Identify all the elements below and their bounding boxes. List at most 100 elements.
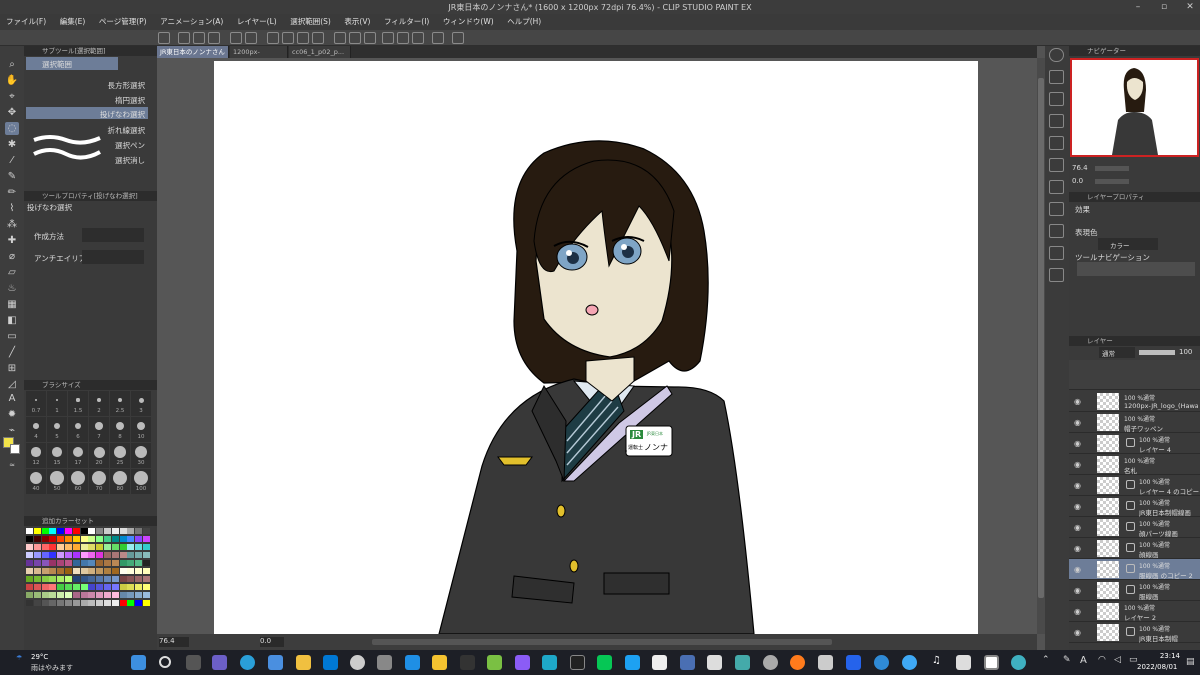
visibility-eye-icon[interactable]: ◉ <box>1074 502 1081 511</box>
visibility-eye-icon[interactable]: ◉ <box>1074 418 1081 427</box>
brush-size-option[interactable]: 10 <box>131 417 151 442</box>
menu-view[interactable]: 表示(V) <box>338 14 375 27</box>
hand-tool-icon[interactable]: ✋ <box>5 74 19 87</box>
navigator-zoom-value[interactable]: 76.4 <box>1072 164 1094 172</box>
special-ruler-snap-icon[interactable] <box>397 32 409 44</box>
color-swatch[interactable] <box>57 576 65 582</box>
color-swatch[interactable] <box>104 544 111 550</box>
layer-row[interactable]: ◉ 100 %通常 名札 <box>1069 454 1200 475</box>
color-swatch[interactable] <box>143 568 150 574</box>
brush-size-option[interactable]: 17 <box>68 443 88 468</box>
color-swatch[interactable] <box>135 528 143 534</box>
color-swatch[interactable] <box>41 600 49 606</box>
navigator-preview[interactable] <box>1070 58 1199 157</box>
app-icon[interactable] <box>350 655 365 670</box>
color-swatch[interactable] <box>33 528 41 534</box>
color-swatch[interactable] <box>26 568 33 574</box>
color-swatch[interactable] <box>88 584 96 590</box>
color-swatch[interactable] <box>143 560 150 566</box>
firefox-icon[interactable] <box>790 655 805 670</box>
color-swatch[interactable] <box>57 568 65 574</box>
lasso-selection-icon[interactable]: ◌ <box>5 122 19 135</box>
material-icon[interactable] <box>1049 158 1064 172</box>
antialias-buttons[interactable] <box>82 250 144 264</box>
color-swatch[interactable] <box>96 552 104 558</box>
color-swatch[interactable] <box>88 592 96 598</box>
color-swatch[interactable] <box>111 560 119 566</box>
maximize-button[interactable]: ▫ <box>1156 2 1172 12</box>
canvas-area[interactable]: JR JR東日本 運転士 ノンナ <box>157 58 1037 634</box>
menu-filter[interactable]: フィルター(I) <box>378 14 434 27</box>
app-icon[interactable] <box>515 655 530 670</box>
visibility-eye-icon[interactable]: ◉ <box>1074 544 1081 553</box>
ruler-snap-icon[interactable] <box>382 32 394 44</box>
color-swatch[interactable] <box>135 560 143 566</box>
twitter-icon[interactable] <box>625 655 640 670</box>
weather-temp[interactable]: 29°C <box>31 653 48 661</box>
brush-size-option[interactable]: 3 <box>131 391 151 416</box>
line-icon[interactable] <box>597 655 612 670</box>
brush-size-option[interactable]: 1 <box>47 391 67 416</box>
tab-document-2[interactable]: 1200px-JR_logo... <box>230 46 288 68</box>
color-swatch[interactable] <box>72 568 80 574</box>
opacity-slider[interactable] <box>1139 350 1175 355</box>
color-swatch[interactable] <box>72 584 80 590</box>
color-swatch[interactable] <box>49 528 57 534</box>
companion-icon[interactable] <box>452 32 464 44</box>
brush-size-option[interactable]: 12 <box>26 443 46 468</box>
airbrush-icon[interactable]: ⁂ <box>5 218 19 231</box>
color-swatch[interactable] <box>104 576 111 582</box>
brush-size-option[interactable]: 100 <box>131 469 151 494</box>
music-icon[interactable]: ♫ <box>929 655 944 670</box>
brush-size-option[interactable]: 70 <box>89 469 109 494</box>
color-swatch[interactable] <box>80 544 88 550</box>
pen-tray-icon[interactable]: ✎ <box>1063 655 1071 665</box>
color-swatch[interactable] <box>119 584 127 590</box>
video-icon[interactable] <box>570 655 585 670</box>
ruler-icon[interactable]: ╱ <box>5 346 19 359</box>
layer-row[interactable]: ◉ 100 %通常 服線画 <box>1069 580 1200 601</box>
edge-icon[interactable] <box>240 655 255 670</box>
color-swatch[interactable] <box>111 528 119 534</box>
app-icon[interactable] <box>818 655 833 670</box>
color-swatch[interactable] <box>49 560 57 566</box>
color-swatch[interactable] <box>135 576 143 582</box>
text-tool-icon[interactable]: A <box>5 392 19 405</box>
color-swatch[interactable] <box>80 528 88 534</box>
chevron-up-icon[interactable]: ⌃ <box>1042 655 1050 665</box>
subtool-item[interactable]: 折れ線選択 <box>108 125 146 136</box>
clear-icon[interactable] <box>267 32 279 44</box>
new-file-icon[interactable] <box>178 32 190 44</box>
color-swatch[interactable] <box>127 592 135 598</box>
clock-date[interactable]: 2022/08/01 <box>1137 663 1177 671</box>
layer-toolbar[interactable] <box>1069 360 1200 390</box>
color-swatch[interactable] <box>143 536 150 542</box>
navigator-angle-value[interactable]: 0.0 <box>1072 177 1094 185</box>
color-swatch[interactable] <box>111 568 119 574</box>
color-swatch[interactable] <box>135 600 143 606</box>
color-swatch[interactable] <box>33 584 41 590</box>
vertical-scrollbar[interactable] <box>1037 58 1045 634</box>
material-icon[interactable] <box>1049 268 1064 282</box>
start-icon[interactable] <box>131 655 146 670</box>
balloon-icon[interactable]: ✹ <box>5 408 19 421</box>
color-swatch[interactable] <box>26 600 33 606</box>
color-swatch[interactable] <box>104 536 111 542</box>
color-swatch[interactable] <box>80 552 88 558</box>
layer-row[interactable]: ◉ 100 %通常 顔パーツ線画 <box>1069 517 1200 538</box>
color-swatch[interactable] <box>88 552 96 558</box>
color-swatch[interactable] <box>127 600 135 606</box>
subtool-item[interactable]: 選択ペン <box>115 140 145 151</box>
color-swatch[interactable] <box>65 560 72 566</box>
color-swatch[interactable] <box>127 544 135 550</box>
color-swatch[interactable] <box>65 592 72 598</box>
app-icon[interactable] <box>460 655 475 670</box>
color-swatch[interactable] <box>33 544 41 550</box>
tab-document-3[interactable]: cc06_1_p02_p... <box>289 46 351 58</box>
color-swatch[interactable] <box>127 552 135 558</box>
color-swatch[interactable] <box>41 560 49 566</box>
menu-page[interactable]: ページ管理(P) <box>93 14 152 27</box>
layer-row[interactable]: ◉ 100 %通常 レイヤー 4 のコピー <box>1069 475 1200 496</box>
color-swatch[interactable] <box>65 536 72 542</box>
color-swatch[interactable] <box>88 600 96 606</box>
